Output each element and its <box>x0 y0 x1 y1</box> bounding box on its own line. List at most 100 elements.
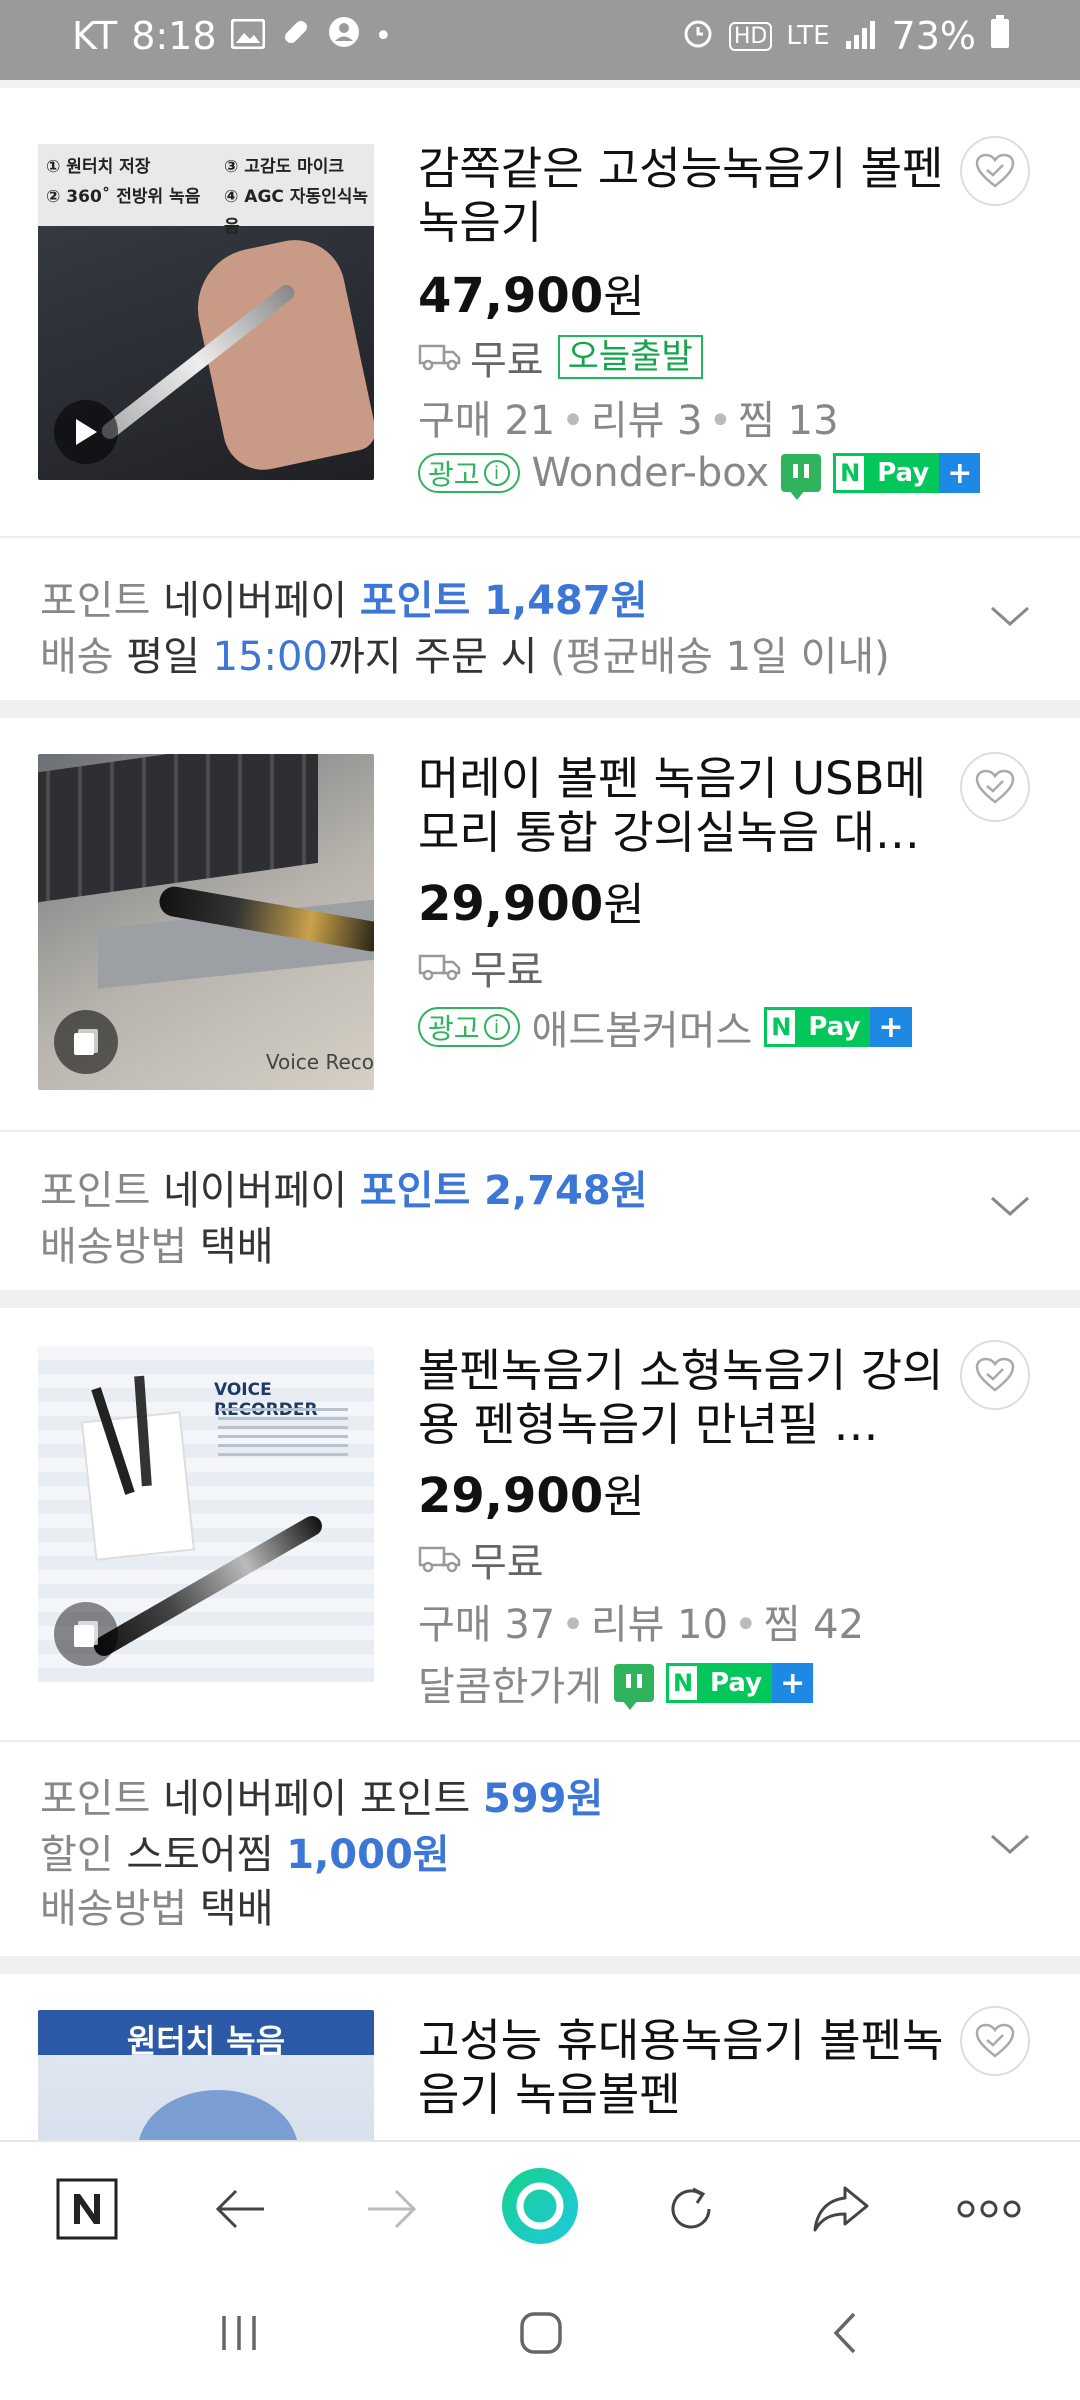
gallery-badge-icon[interactable] <box>54 1010 118 1074</box>
thumb-feature: ② 360˚ 전방위 녹음 <box>46 187 201 207</box>
ad-badge[interactable]: 광고 i <box>418 1007 520 1047</box>
thumb-banner: 원터치 녹음 <box>126 2022 286 2060</box>
delivery-label: 배송방법 <box>40 1224 188 1270</box>
product-price: 29,900원 <box>418 1460 645 1525</box>
home-button[interactable] <box>518 2310 564 2356</box>
shipping-info: 무료 <box>418 1530 544 1588</box>
play-icon[interactable] <box>54 400 118 464</box>
truck-icon <box>418 344 461 371</box>
shipping-label: 무료 <box>470 338 544 384</box>
point-line: 포인트 네이버페이 포인트 599원 <box>40 1766 603 1824</box>
browser-toolbar <box>0 2140 1080 2270</box>
chevron-down-icon[interactable] <box>988 1184 1032 1228</box>
chevron-down-icon[interactable] <box>988 594 1032 638</box>
price-currency: 원 <box>603 1470 645 1523</box>
price-value: 29,900 <box>418 876 604 932</box>
top-divider <box>0 80 1080 88</box>
delivery-line: 배송방법 택배 <box>40 1876 274 1934</box>
product-title[interactable]: 볼펜녹음기 소형녹음기 강의용 펜형녹음기 만년필 … <box>418 1344 950 1452</box>
product-title[interactable]: 머레이 볼펜 녹음기 USB메모리 통합 강의실녹음 대… <box>418 752 950 860</box>
hd-icon: HD <box>728 21 773 51</box>
point-text: 네이버페이 <box>163 1168 348 1214</box>
discount-line: 할인 스토어찜 1,000원 <box>40 1822 450 1880</box>
product-price: 29,900원 <box>418 868 645 933</box>
reload-icon <box>671 2187 711 2229</box>
product-info-row[interactable]: 포인트 네이버페이 포인트 2,748원 배송방법 택배 <box>0 1130 1080 1288</box>
shipping-info: 무료 오늘출발 <box>418 328 703 386</box>
ad-label: 광고 <box>428 458 480 491</box>
product-card[interactable]: Voice Reco 머레이 볼펜 녹음기 USB메모리 통합 강의실녹음 대…… <box>0 718 1080 1130</box>
delivery-day: 평일 <box>126 634 200 680</box>
ad-label: 광고 <box>428 1012 480 1045</box>
gallery-badge-icon[interactable] <box>54 1602 118 1666</box>
ad-badge[interactable]: 광고 i <box>418 453 520 493</box>
npay-badge: N Pay + <box>666 1663 814 1703</box>
npay-label: Pay <box>798 1007 871 1047</box>
section-divider <box>0 1956 1080 1974</box>
wishlist-button[interactable] <box>960 1340 1030 1410</box>
price-currency: 원 <box>603 270 645 323</box>
product-info-row[interactable]: 포인트 네이버페이 포인트 1,487원 배송 평일 15:00까지 주문 시 … <box>0 536 1080 696</box>
purchase-count: 구매 37 <box>418 1602 556 1648</box>
product-title[interactable]: 감쪽같은 고성능녹음기 볼펜녹음기 <box>418 142 950 250</box>
wishlist-button[interactable] <box>960 136 1030 206</box>
product-card[interactable]: VOICE RECORDER 볼펜녹음기 소형녹음기 강의용 펜형녹음기 만년필… <box>0 1308 1080 1740</box>
talk-icon[interactable] <box>614 1664 654 1710</box>
delivery-label: 배송방법 <box>40 1886 188 1932</box>
npay-n: N <box>666 1663 700 1703</box>
green-dot-button[interactable] <box>500 2166 580 2246</box>
npay-plus: + <box>870 1007 912 1047</box>
delivery-method: 택배 <box>199 1886 274 1932</box>
signal-icon <box>844 14 878 58</box>
back-button[interactable] <box>206 2174 276 2244</box>
carrier-label: KT <box>72 14 118 58</box>
seller-name[interactable]: 달콤한가게 <box>418 1654 602 1712</box>
product-stats: 구매 37 • 리뷰 10 • 찜 42 <box>418 1602 865 1648</box>
price-value: 47,900 <box>418 268 604 324</box>
npay-plus: + <box>772 1663 814 1703</box>
wishlist-button[interactable] <box>960 752 1030 822</box>
product-card[interactable]: 원터치 녹음 고성능 휴대용녹음기 볼펜녹음기 녹음볼펜 <box>0 1974 1080 2140</box>
delivery-method: 택배 <box>199 1224 274 1270</box>
naver-home-button[interactable] <box>52 2174 122 2244</box>
price-value: 29,900 <box>418 1468 604 1524</box>
seller-name[interactable]: Wonder-box <box>532 450 770 496</box>
battery-label: 73% <box>891 14 976 58</box>
chevron-down-icon[interactable] <box>988 1822 1032 1866</box>
reload-button[interactable] <box>656 2174 726 2244</box>
share-button[interactable] <box>806 2174 876 2244</box>
review-count: 리뷰 3 <box>590 398 703 444</box>
price-currency: 원 <box>603 878 645 931</box>
product-title[interactable]: 고성능 휴대용녹음기 볼펜녹음기 녹음볼펜 <box>418 2014 950 2122</box>
npay-badge: N Pay + <box>833 453 981 493</box>
product-card[interactable]: ① 원터치 저장 ② 360˚ 전방위 녹음 ③ 고감도 마이크 ④ AGC 자… <box>0 96 1080 536</box>
forward-button[interactable] <box>356 2174 426 2244</box>
product-thumbnail[interactable]: ① 원터치 저장 ② 360˚ 전방위 녹음 ③ 고감도 마이크 ④ AGC 자… <box>38 144 374 480</box>
section-divider <box>0 1290 1080 1308</box>
talk-icon[interactable] <box>781 454 822 500</box>
product-thumbnail[interactable]: 원터치 녹음 <box>38 2010 374 2140</box>
delivery-line: 배송방법 택배 <box>40 1214 274 1272</box>
npay-n: N <box>833 453 868 493</box>
discount-value: 1,000원 <box>286 1832 450 1878</box>
status-bar: KT 8:18 • HD LTE 73% <box>0 0 1080 80</box>
product-info-row[interactable]: 포인트 네이버페이 포인트 599원 할인 스토어찜 1,000원 배송방법 택… <box>0 1740 1080 1954</box>
pill-icon <box>279 14 313 58</box>
recent-apps-button[interactable] <box>216 2310 262 2356</box>
npay-n: N <box>764 1007 799 1047</box>
system-back-button[interactable] <box>824 2310 870 2356</box>
more-button[interactable] <box>954 2174 1024 2244</box>
npay-label: Pay <box>867 453 940 493</box>
arrow-left-icon <box>215 2189 264 2229</box>
point-label: 포인트 <box>40 1776 151 1822</box>
delivery-line: 배송 평일 15:00까지 주문 시 (평균배송 1일 이내) <box>40 624 890 682</box>
product-thumbnail[interactable]: VOICE RECORDER <box>38 1346 374 1682</box>
thumb-feature: ④ AGC 자동인식녹음 <box>224 187 369 237</box>
wishlist-button[interactable] <box>960 2006 1030 2076</box>
today-shipping-badge: 오늘출발 <box>557 335 703 379</box>
npay-badge: N Pay + <box>764 1007 912 1047</box>
seller-name[interactable]: 애드봄커머스 <box>532 998 753 1056</box>
product-thumbnail[interactable]: Voice Reco <box>38 754 374 1090</box>
save-count: 찜 42 <box>763 1602 865 1648</box>
point-value: 599원 <box>482 1776 604 1822</box>
